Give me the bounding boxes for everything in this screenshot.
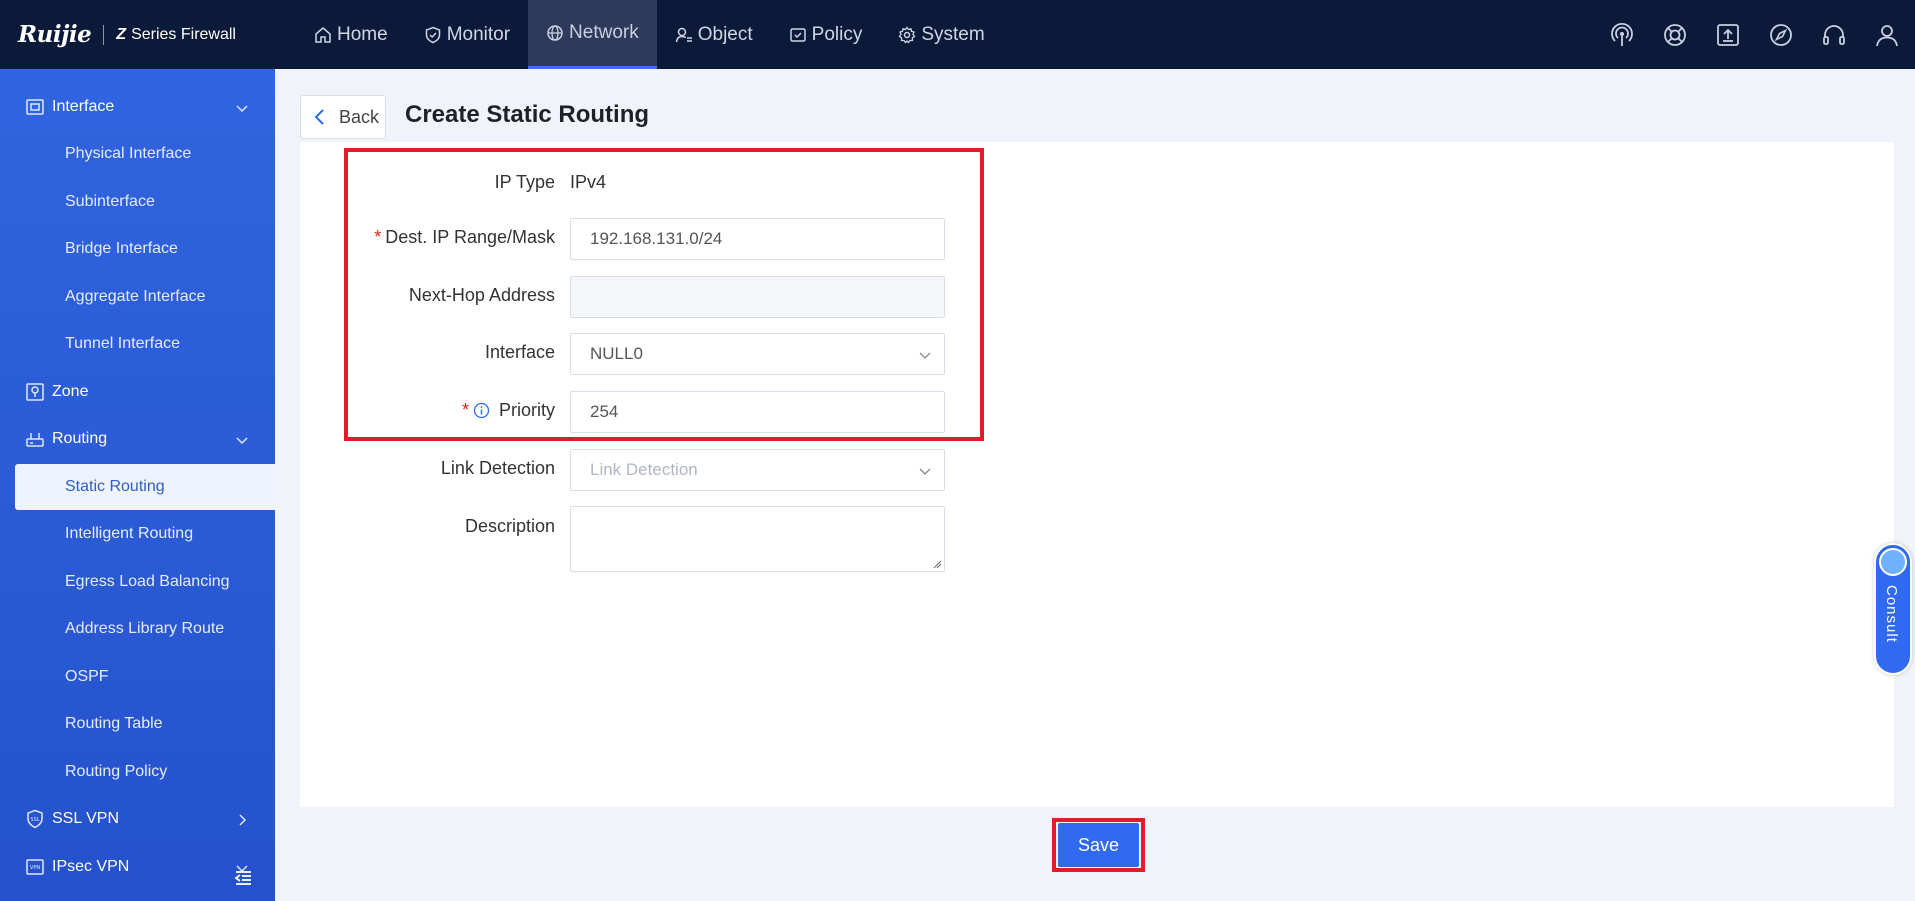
sidebar-group-interface[interactable]: Interface [0,84,275,130]
link-detection-label: Link Detection [441,458,555,479]
description-textarea[interactable] [570,506,945,572]
router-icon [26,433,44,447]
ssl-shield-icon: SSL [27,809,43,829]
sidebar-zone-label: Zone [52,383,89,400]
brand-logo: Ruijie [18,21,92,48]
back-button-label: Back [339,106,380,127]
page-title: Create Static Routing [405,101,650,128]
description-label-text: Description [464,516,555,536]
sidebar: Interface Physical Interface Subinterfac… [0,69,275,901]
zone-icon [26,383,44,401]
highlight-box-form [344,148,984,441]
save-button[interactable]: Save [1058,823,1139,867]
sidebar-item-static-routing[interactable]: Static Routing [15,464,275,510]
top-navbar: Ruijie Z Series Firewall Home Monitor Ne… [0,0,1915,69]
nav-monitor-label: Monitor [446,23,511,45]
sidebar-group-interface-label: Interface [52,98,115,115]
brand: Ruijie Z Series Firewall [0,21,290,48]
sidebar-item-subinterface[interactable]: Subinterface [0,179,275,225]
nav-home[interactable]: Home [296,0,406,69]
sidebar-group-ssl-vpn-label: SSL VPN [52,810,119,827]
svg-text:VPN: VPN [30,865,40,871]
user-icon[interactable] [1873,21,1901,49]
series-letter: Z [116,25,127,43]
sidebar-item-aggregate-interface[interactable]: Aggregate Interface [0,274,275,320]
ipsec-icon: VPN [26,859,44,875]
nav-policy-label: Policy [811,23,863,45]
consult-widget[interactable]: Consult [1874,543,1912,675]
collapse-sidebar-icon[interactable] [233,868,253,888]
interface-icon [26,99,44,115]
svg-text:SSL: SSL [30,817,39,823]
main-nav: Home Monitor Network Object Policy Syste… [296,0,1003,69]
sidebar-item-physical-interface[interactable]: Physical Interface [0,131,275,177]
sidebar-group-routing[interactable]: Routing [0,416,275,462]
sidebar-item-ospf[interactable]: OSPF [0,654,275,700]
sidebar-item-egress-load-balancing[interactable]: Egress Load Balancing [0,559,275,605]
product-name: Series Firewall [131,25,236,43]
sidebar-item-zone[interactable]: Zone [0,369,275,415]
link-detection-placeholder: Link Detection [590,460,698,479]
sidebar-group-ssl-vpn[interactable]: SSL SSL VPN [0,796,275,842]
lifebuoy-icon[interactable] [1661,21,1689,49]
globe-icon [547,25,563,41]
sidebar-item-bridge-interface[interactable]: Bridge Interface [0,226,275,272]
nav-network[interactable]: Network [528,0,657,69]
sidebar-group-routing-label: Routing [52,430,108,447]
nav-object-label: Object [697,23,753,45]
sidebar-item-routing-policy[interactable]: Routing Policy [0,749,275,795]
back-button[interactable]: Back [300,95,386,139]
chevron-down-icon [236,105,248,113]
link-detection-label-text: Link Detection [440,458,555,478]
upload-icon[interactable] [1714,21,1742,49]
link-detection-select[interactable]: Link Detection [570,449,945,491]
policy-icon [789,27,806,42]
sidebar-group-ipsec-vpn-label: IPsec VPN [52,858,130,875]
nav-system-label: System [921,23,985,45]
user-object-icon [675,27,692,42]
nav-home-label: Home [337,23,388,45]
gear-icon [898,25,916,43]
chevron-right-icon [239,814,247,826]
shield-icon [425,26,440,43]
consult-label: Consult [1883,585,1900,643]
brand-divider [103,24,105,45]
description-label: Description [465,516,555,537]
nav-network-label: Network [569,22,639,43]
assistant-avatar-icon [1879,548,1907,576]
home-icon [315,26,331,43]
chevron-down-icon [919,468,931,475]
signal-icon[interactable] [1608,21,1636,49]
compass-icon[interactable] [1767,21,1795,49]
chevron-down-icon [236,437,248,445]
resize-grip-icon[interactable] [932,559,942,569]
headset-icon[interactable] [1820,21,1848,49]
nav-monitor[interactable]: Monitor [406,0,528,69]
nav-object[interactable]: Object [657,0,771,69]
chevron-left-icon [314,109,324,125]
top-icon-bar [1583,0,1901,69]
nav-system[interactable]: System [880,0,1002,69]
nav-policy[interactable]: Policy [771,0,881,69]
sidebar-item-tunnel-interface[interactable]: Tunnel Interface [0,321,275,367]
sidebar-item-routing-table[interactable]: Routing Table [0,701,275,747]
sidebar-item-intelligent-routing[interactable]: Intelligent Routing [0,511,275,557]
sidebar-item-address-library-route[interactable]: Address Library Route [0,606,275,652]
